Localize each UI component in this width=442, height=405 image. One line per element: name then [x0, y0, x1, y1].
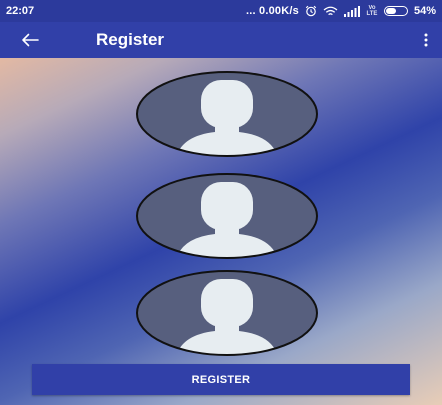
signal-icon [343, 5, 360, 17]
register-content: REGISTER [0, 58, 442, 405]
profile-photo-picker-1[interactable] [135, 70, 319, 158]
register-button[interactable]: REGISTER [32, 364, 410, 395]
profile-photo-picker-3[interactable] [135, 269, 319, 357]
status-icons: ... 0.00K/s Vo LTE 54% [246, 5, 436, 17]
profile-photo-picker-2[interactable] [135, 172, 319, 260]
more-options-button[interactable] [410, 22, 442, 58]
battery-percent: 54% [413, 5, 436, 17]
arrow-left-icon [22, 33, 39, 47]
back-button[interactable] [0, 22, 60, 58]
avatar-placeholder-icon [136, 173, 318, 259]
network-type: LTE [366, 11, 378, 17]
status-time: 22:07 [6, 5, 35, 17]
wifi-icon [323, 6, 338, 17]
battery-icon [383, 6, 408, 16]
app-bar: Register [0, 22, 442, 58]
status-bar: 22:07 ... 0.00K/s Vo LTE 54% [0, 0, 442, 22]
network-speed: ... 0.00K/s [246, 5, 299, 17]
avatar-placeholder-icon [136, 270, 318, 356]
battery-fill [385, 8, 396, 14]
register-screen: 22:07 ... 0.00K/s Vo LTE 54% Register RE… [0, 0, 442, 405]
avatar-placeholder-icon [136, 71, 318, 157]
more-vertical-icon [424, 33, 428, 47]
alarm-icon [305, 5, 317, 17]
page-title: Register [96, 30, 165, 49]
volte-lte-icon: Vo LTE [366, 5, 378, 17]
